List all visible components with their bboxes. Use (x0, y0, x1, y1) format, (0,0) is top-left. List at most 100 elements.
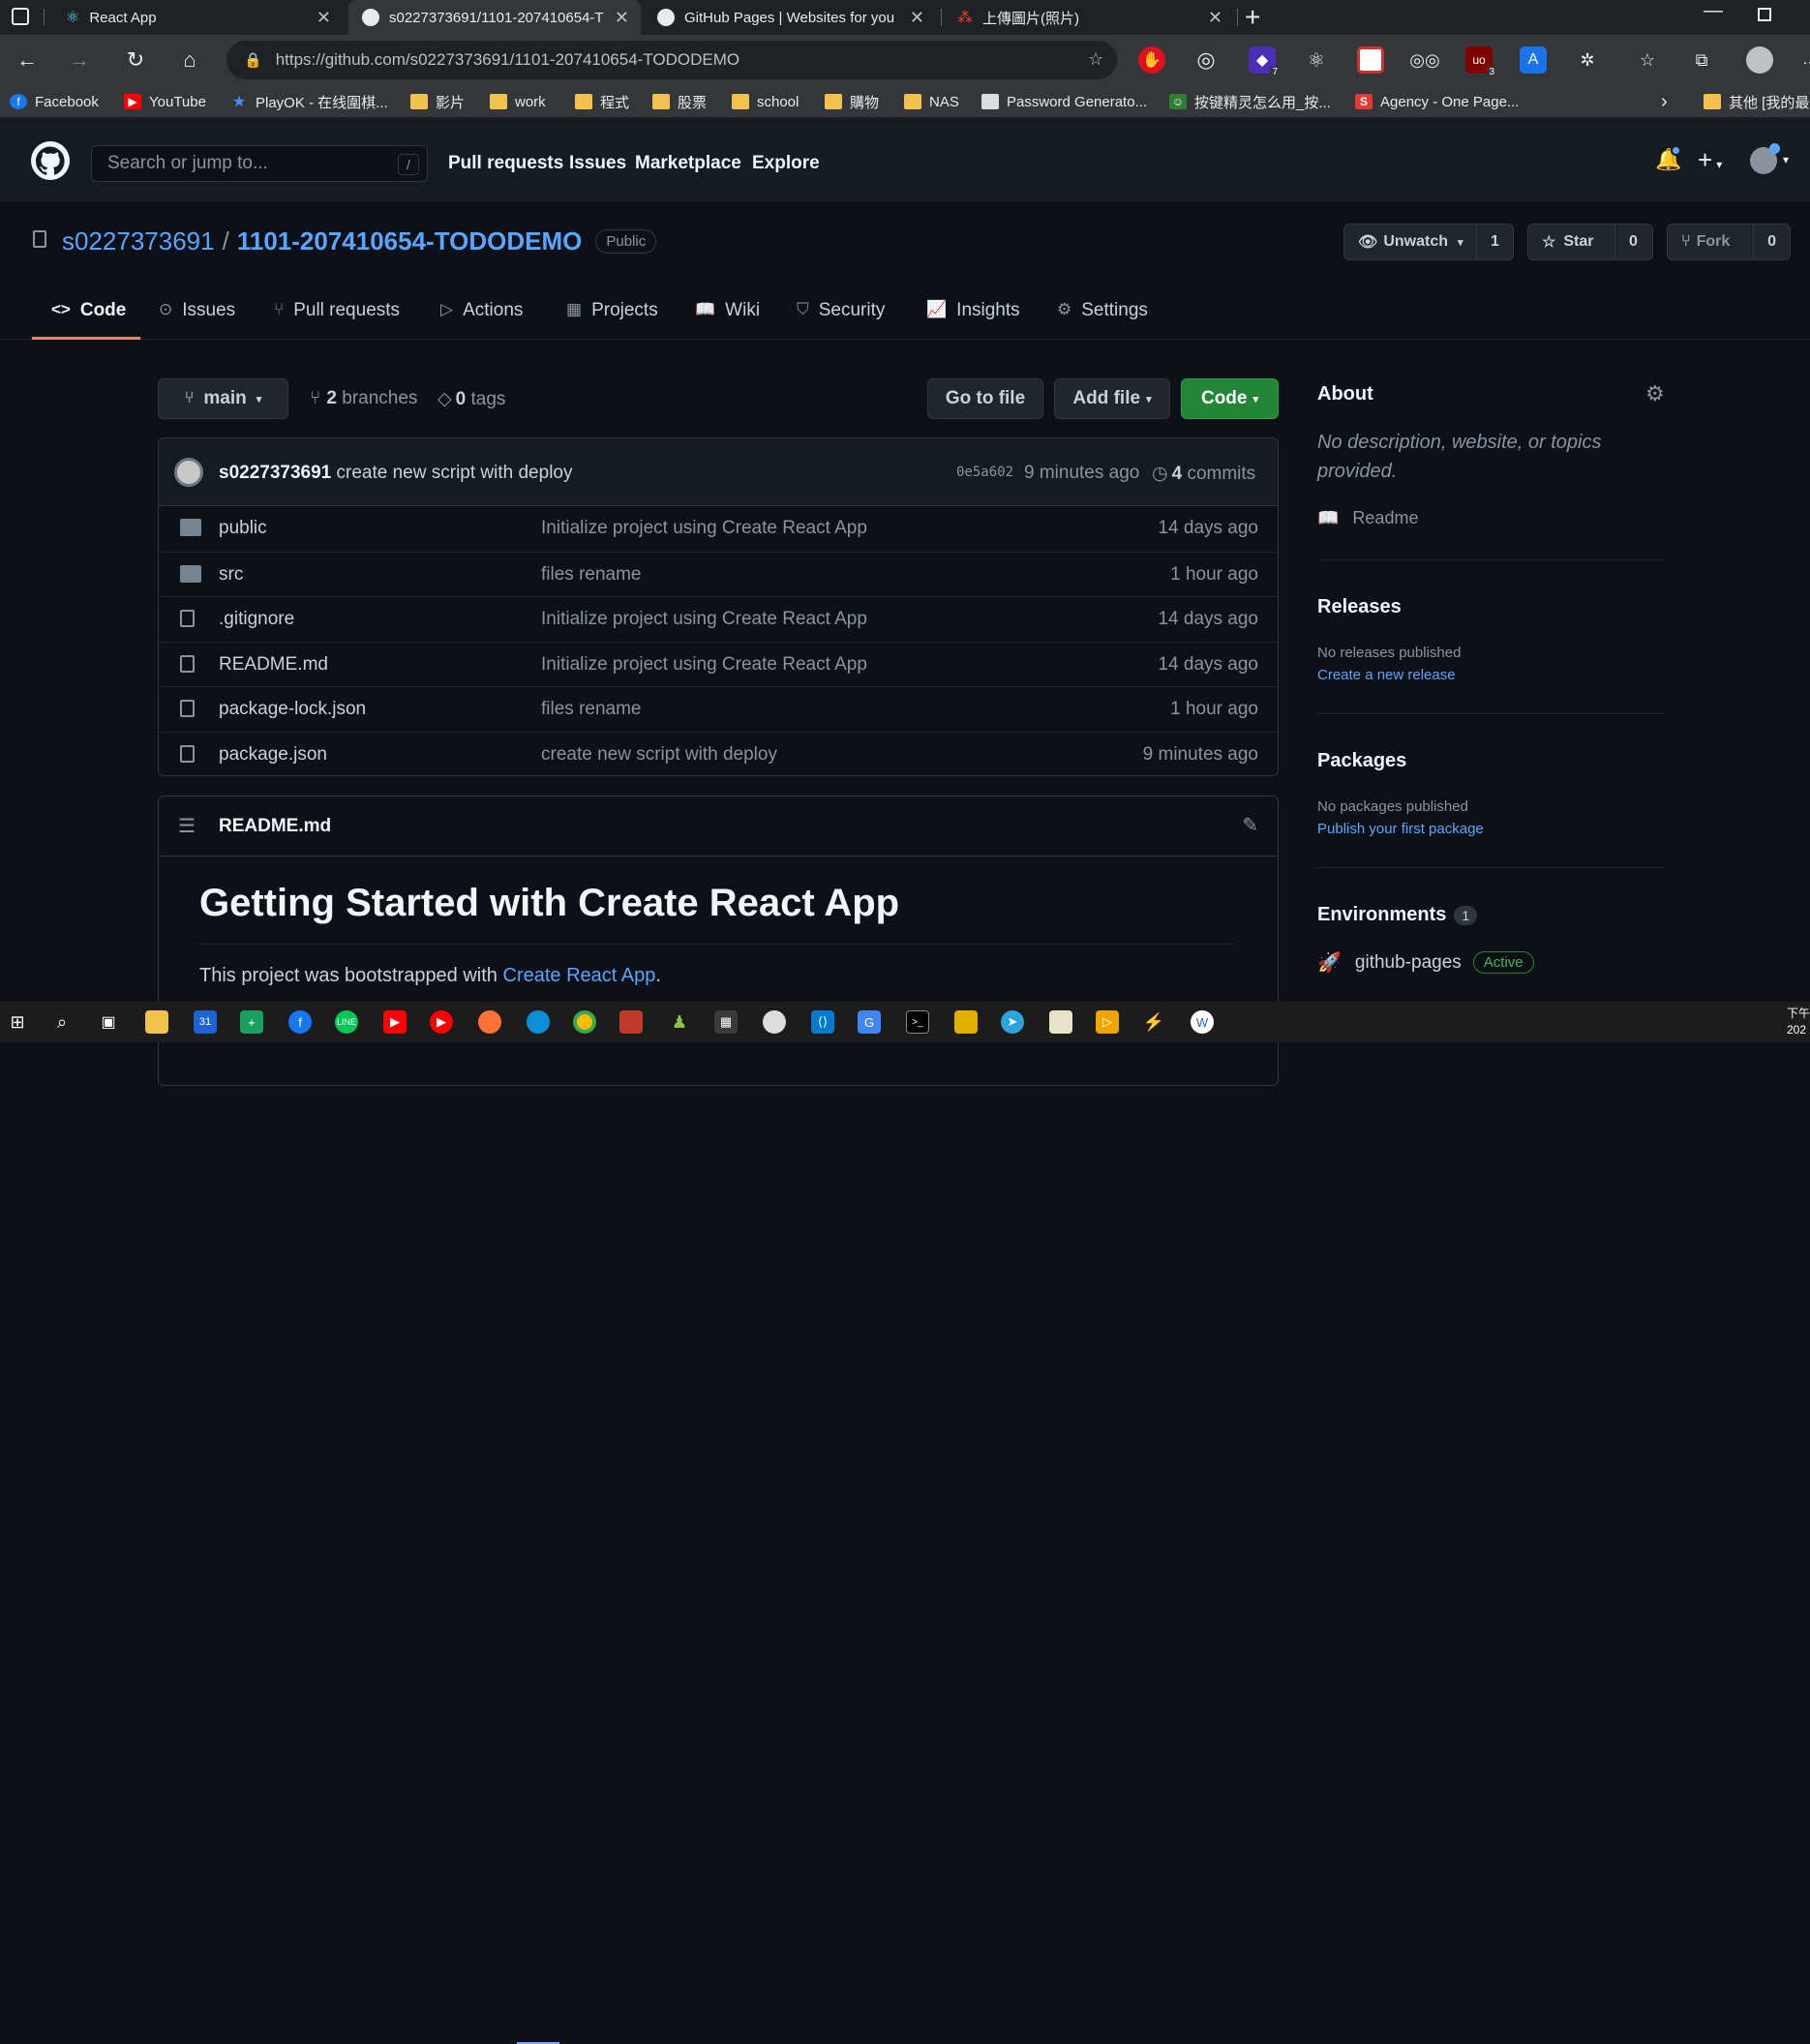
tab-security[interactable]: ⛉ Security (797, 300, 885, 340)
browser-tab-repo[interactable]: s0227373691/1101-207410654-T ✕ (348, 0, 641, 35)
bookmark-password[interactable]: Password Generato... (981, 91, 1147, 112)
tab-actions[interactable]: ▷ Actions (440, 300, 523, 340)
browser-tab-upload[interactable]: ⁂ 上傳圖片(照片) ✕ (944, 0, 1234, 35)
bookmarks-overflow-icon[interactable]: › (1661, 91, 1668, 112)
chess-icon[interactable]: ♟ (668, 1010, 691, 1034)
nav-explore[interactable]: Explore (752, 153, 820, 174)
tags-link[interactable]: ◇ 0 tags (437, 388, 505, 410)
file-name[interactable]: .gitignore (219, 609, 294, 630)
calendar-icon[interactable]: 31 (194, 1010, 217, 1034)
collections-icon[interactable]: ⧉ (1688, 46, 1715, 74)
calculator-icon[interactable]: ▦ (714, 1010, 738, 1034)
paint-icon[interactable] (763, 1010, 786, 1034)
close-icon[interactable]: ✕ (317, 8, 331, 28)
readme-link[interactable]: 📖 Readme (1317, 508, 1418, 528)
react-devtools-icon[interactable]: ⚛ (1303, 46, 1330, 74)
media-player-icon[interactable]: ▷ (1096, 1010, 1119, 1034)
bookmark-folder[interactable]: school (732, 91, 799, 112)
new-tab-button[interactable]: + (1245, 2, 1260, 33)
about-settings-gear-icon[interactable]: ⚙ (1645, 381, 1665, 406)
table-row[interactable]: public Initialize project using Create R… (159, 506, 1278, 552)
extensions-puzzle-icon[interactable]: ✲ (1574, 46, 1601, 74)
tab-settings[interactable]: ⚙ Settings (1057, 300, 1148, 340)
bookmark-folder[interactable]: 股票 (652, 91, 707, 112)
photos-icon[interactable] (1049, 1010, 1072, 1034)
file-name[interactable]: README.md (219, 654, 328, 676)
bookmark-folder[interactable]: NAS (904, 91, 959, 112)
bookmark-folder[interactable]: 影片 (410, 91, 465, 112)
fork-button[interactable]: ⑂ Fork 0 (1667, 224, 1791, 260)
vscode-icon[interactable]: ⟨⟩ (811, 1010, 834, 1034)
commit-author[interactable]: s0227373691 (219, 463, 331, 483)
home-button[interactable]: ⌂ (174, 45, 205, 75)
sheets-icon[interactable]: + (240, 1010, 263, 1034)
tab-code[interactable]: <> Code (32, 300, 140, 340)
task-view-icon[interactable]: ▣ (97, 1010, 120, 1034)
translate-icon[interactable]: G (858, 1010, 881, 1034)
file-name[interactable]: package-lock.json (219, 699, 366, 720)
youtube-icon[interactable]: ▶ (383, 1010, 407, 1034)
minimize-button[interactable]: — (1704, 0, 1723, 22)
table-row[interactable]: src files rename 1 hour ago (159, 551, 1278, 597)
tab-insights[interactable]: 📈 Insights (926, 300, 1020, 340)
file-commit-message[interactable]: Initialize project using Create React Ap… (541, 518, 867, 539)
commit-hash[interactable]: 0e5a602 (956, 465, 1013, 480)
bookmark-folder[interactable]: 程式 (575, 91, 629, 112)
file-name[interactable]: src (219, 564, 243, 586)
firefox-icon[interactable] (478, 1010, 501, 1034)
notifications-bell-icon[interactable]: 🔔 (1655, 145, 1681, 172)
tab-actions-icon[interactable] (12, 8, 29, 25)
list-unordered-icon[interactable]: ☰ (178, 814, 196, 838)
bookmark-folder[interactable]: work (490, 91, 546, 112)
commit-author-avatar[interactable] (174, 458, 203, 487)
bookmark-other[interactable]: 其他 [我的最 (1704, 91, 1809, 112)
repo-owner-link[interactable]: s0227373691 (62, 226, 215, 256)
environment-item[interactable]: 🚀 github-pages Active (1317, 950, 1534, 975)
edge-browser-icon[interactable] (527, 1010, 550, 1034)
commits-link[interactable]: ◷ 4 commits (1152, 463, 1255, 485)
search-icon[interactable]: ⌕ (50, 1010, 74, 1034)
url-bar[interactable]: 🔒 https://github.com/s0227373691/1101-20… (226, 41, 1117, 79)
terminal-app-icon[interactable] (619, 1010, 643, 1034)
file-name[interactable]: package.json (219, 744, 327, 766)
chrome-icon[interactable] (573, 1010, 596, 1034)
translate-extension-icon[interactable]: A (1520, 46, 1547, 74)
unwatch-button[interactable]: 👁 Unwatch ▾ 1 (1343, 224, 1514, 260)
table-row[interactable]: .gitignore Initialize project using Crea… (159, 596, 1278, 642)
environments-heading[interactable]: Environments (1317, 904, 1446, 926)
file-explorer-icon[interactable] (145, 1010, 168, 1034)
glasses-extension-icon[interactable]: ◎◎ (1409, 46, 1439, 74)
bookmark-agency[interactable]: S Agency - One Page... (1355, 91, 1519, 112)
table-row[interactable]: README.md Initialize project using Creat… (159, 641, 1278, 687)
tab-issues[interactable]: ⊙ Issues (159, 300, 235, 340)
publish-package-link[interactable]: Publish your first package (1317, 821, 1484, 837)
close-icon[interactable]: ✕ (1208, 8, 1222, 28)
bolt-app-icon[interactable]: ⚡ (1142, 1010, 1165, 1034)
browser-tab-react-app[interactable]: ⚛ React App ✕ (52, 0, 343, 35)
commit-message[interactable]: create new script with deploy (337, 463, 573, 483)
favorites-icon[interactable]: ☆ (1634, 46, 1661, 74)
file-name[interactable]: public (219, 518, 267, 539)
bookmark-facebook[interactable]: f Facebook (10, 91, 99, 112)
bookmark-playok[interactable]: ★ PlayOK - 在线圍棋... (230, 91, 388, 112)
branch-select-button[interactable]: ⑂ main ▾ (158, 378, 288, 419)
create-new-plus-icon[interactable]: + ▾ (1698, 145, 1722, 175)
back-button[interactable]: ← (12, 45, 43, 75)
adblock-extension-icon[interactable]: ✋ (1138, 46, 1165, 74)
tab-wiki[interactable]: 📖 Wiki (695, 300, 760, 340)
nav-pull-requests[interactable]: Pull requests (448, 153, 563, 174)
restore-button[interactable] (1758, 8, 1771, 21)
add-file-button[interactable]: Add file ▾ (1054, 378, 1170, 419)
bookmark-youtube[interactable]: ▶ YouTube (124, 91, 206, 112)
nav-issues[interactable]: Issues (569, 153, 626, 174)
start-windows-icon[interactable]: ⊞ (6, 1010, 29, 1034)
bookmark-extension-icon[interactable] (1357, 46, 1384, 74)
fork-count[interactable]: 0 (1754, 233, 1790, 251)
tab-pull-requests[interactable]: ⑂ Pull requests (274, 300, 400, 340)
telegram-icon[interactable]: ➤ (1001, 1010, 1024, 1034)
user-avatar[interactable]: ▾ (1750, 143, 1789, 174)
forward-button[interactable]: → (64, 45, 95, 75)
line-icon[interactable]: LINE (335, 1010, 358, 1034)
ublock-extension-icon[interactable]: uo 3 (1465, 46, 1496, 77)
tab-projects[interactable]: ▦ Projects (566, 300, 658, 340)
